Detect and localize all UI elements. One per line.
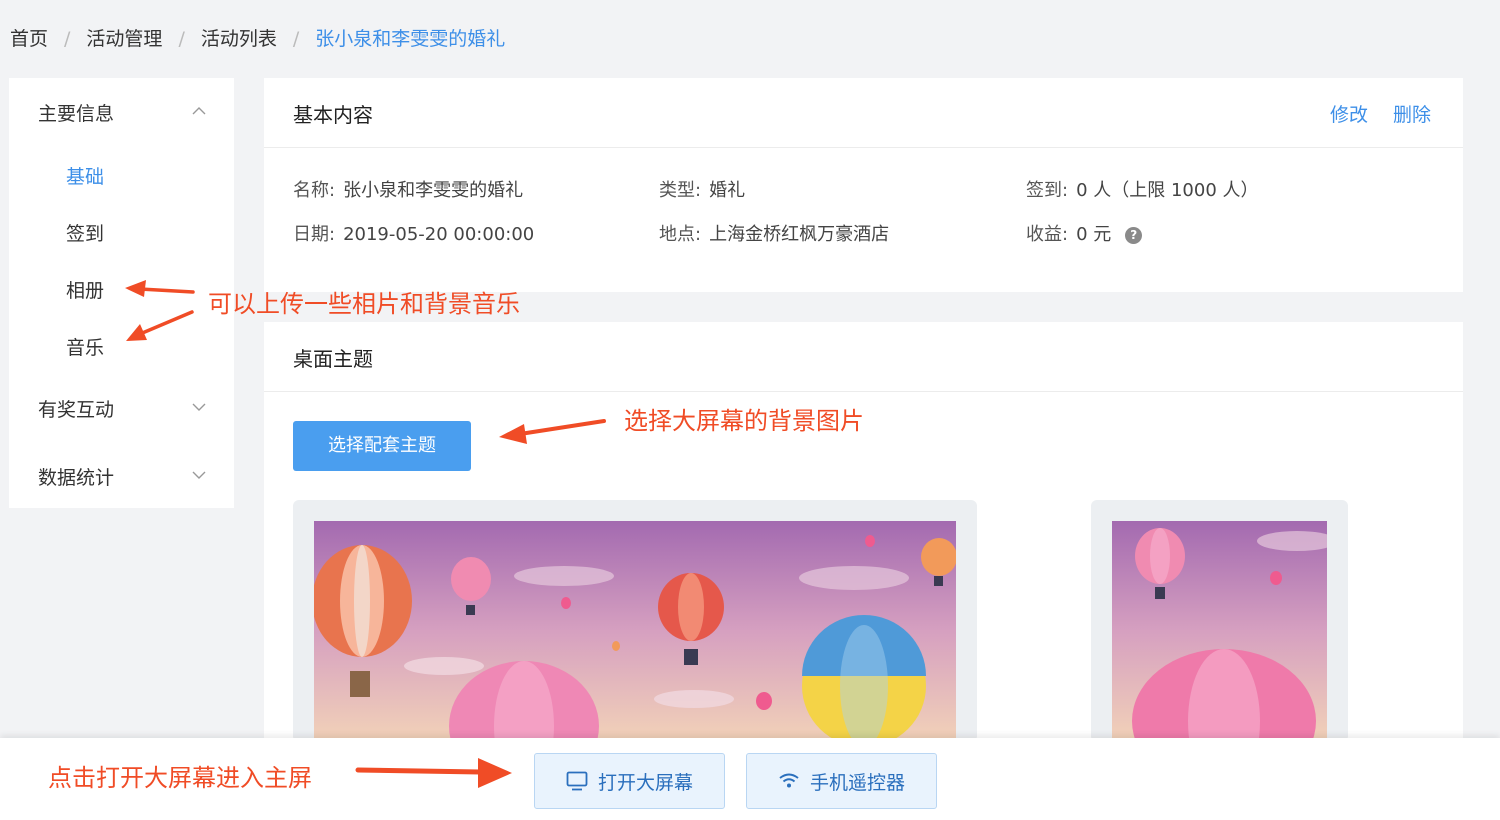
name-label: 名称: <box>293 180 336 201</box>
date-value: 2019-05-20 00:00:00 <box>343 224 535 245</box>
place-field: 地点: 上海金桥红枫万豪酒店 <box>659 220 889 246</box>
name-value: 张小泉和李雯雯的婚礼 <box>343 180 524 201</box>
breadcrumb-separator: / <box>178 28 185 50</box>
chevron-up-icon[interactable] <box>192 104 206 118</box>
phone-remote-button[interactable]: 手机遥控器 <box>746 753 937 809</box>
chevron-down-icon[interactable] <box>192 468 206 482</box>
open-big-screen-button[interactable]: 打开大屏幕 <box>534 753 725 809</box>
chevron-down-icon[interactable] <box>192 400 206 414</box>
income-field: 收益: 0 元? <box>1026 220 1143 246</box>
card-header: 桌面主题 <box>264 322 1463 392</box>
basic-info-title: 基本内容 <box>293 103 373 127</box>
sidebar-item-album[interactable]: 相册 <box>66 276 104 303</box>
breadcrumb: 首页 / 活动管理 / 活动列表 / 张小泉和李雯雯的婚礼 <box>10 24 505 51</box>
breadcrumb-separator: / <box>64 28 71 50</box>
breadcrumb-separator: / <box>292 28 300 50</box>
card-header: 基本内容 修改 删除 <box>264 78 1463 148</box>
annotation-upload-note: 可以上传一些相片和背景音乐 <box>208 290 520 318</box>
type-value: 婚礼 <box>709 180 746 201</box>
open-big-screen-label: 打开大屏幕 <box>597 771 693 794</box>
type-label: 类型: <box>659 180 702 201</box>
income-value: 0 元 <box>1076 224 1112 245</box>
delete-link[interactable]: 删除 <box>1393 100 1431 127</box>
sidebar-group-main-info[interactable]: 主要信息 <box>38 99 114 126</box>
checkin-value: 0 人（上限 1000 人） <box>1076 180 1259 201</box>
desktop-theme-title: 桌面主题 <box>293 347 373 371</box>
phone-remote-label: 手机遥控器 <box>809 771 905 794</box>
select-theme-button[interactable]: 选择配套主题 <box>293 421 471 471</box>
date-label: 日期: <box>293 224 336 245</box>
theme-preview-desktop[interactable] <box>293 500 977 742</box>
wifi-icon <box>779 773 799 788</box>
monitor-icon <box>566 771 588 791</box>
place-label: 地点: <box>659 224 702 245</box>
breadcrumb-activity-management[interactable]: 活动管理 <box>86 28 162 50</box>
type-field: 类型: 婚礼 <box>659 176 745 202</box>
desktop-theme-card: 桌面主题 选择配套主题 <box>264 322 1463 742</box>
date-field: 日期: 2019-05-20 00:00:00 <box>293 220 534 246</box>
theme-preview-mobile[interactable] <box>1091 500 1348 742</box>
sidebar-group-stats[interactable]: 数据统计 <box>38 463 114 490</box>
balloon-preview-image <box>314 521 956 742</box>
annotation-theme-note: 选择大屏幕的背景图片 <box>624 407 864 435</box>
sidebar: 主要信息 基础 签到 相册 音乐 有奖互动 数据统计 <box>9 78 234 508</box>
name-field: 名称: 张小泉和李雯雯的婚礼 <box>293 176 523 202</box>
question-icon[interactable]: ? <box>1125 227 1143 244</box>
income-label: 收益: <box>1026 224 1069 245</box>
annotation-open-note: 点击打开大屏幕进入主屏 <box>48 764 312 792</box>
breadcrumb-current: 张小泉和李雯雯的婚礼 <box>315 28 506 50</box>
sidebar-item-basic[interactable]: 基础 <box>66 162 104 189</box>
breadcrumb-home[interactable]: 首页 <box>10 28 48 50</box>
checkin-field: 签到: 0 人（上限 1000 人） <box>1026 176 1259 202</box>
sidebar-item-music[interactable]: 音乐 <box>66 333 104 360</box>
balloon-preview-image <box>1112 521 1327 742</box>
checkin-label: 签到: <box>1026 180 1069 201</box>
breadcrumb-activity-list[interactable]: 活动列表 <box>201 28 277 50</box>
basic-info-card: 基本内容 修改 删除 名称: 张小泉和李雯雯的婚礼 类型: 婚礼 签到: 0 人（上限… <box>264 78 1463 292</box>
place-value: 上海金桥红枫万豪酒店 <box>709 224 890 245</box>
sidebar-group-interaction[interactable]: 有奖互动 <box>38 395 114 422</box>
sidebar-item-checkin[interactable]: 签到 <box>66 219 104 246</box>
edit-link[interactable]: 修改 <box>1330 100 1368 127</box>
